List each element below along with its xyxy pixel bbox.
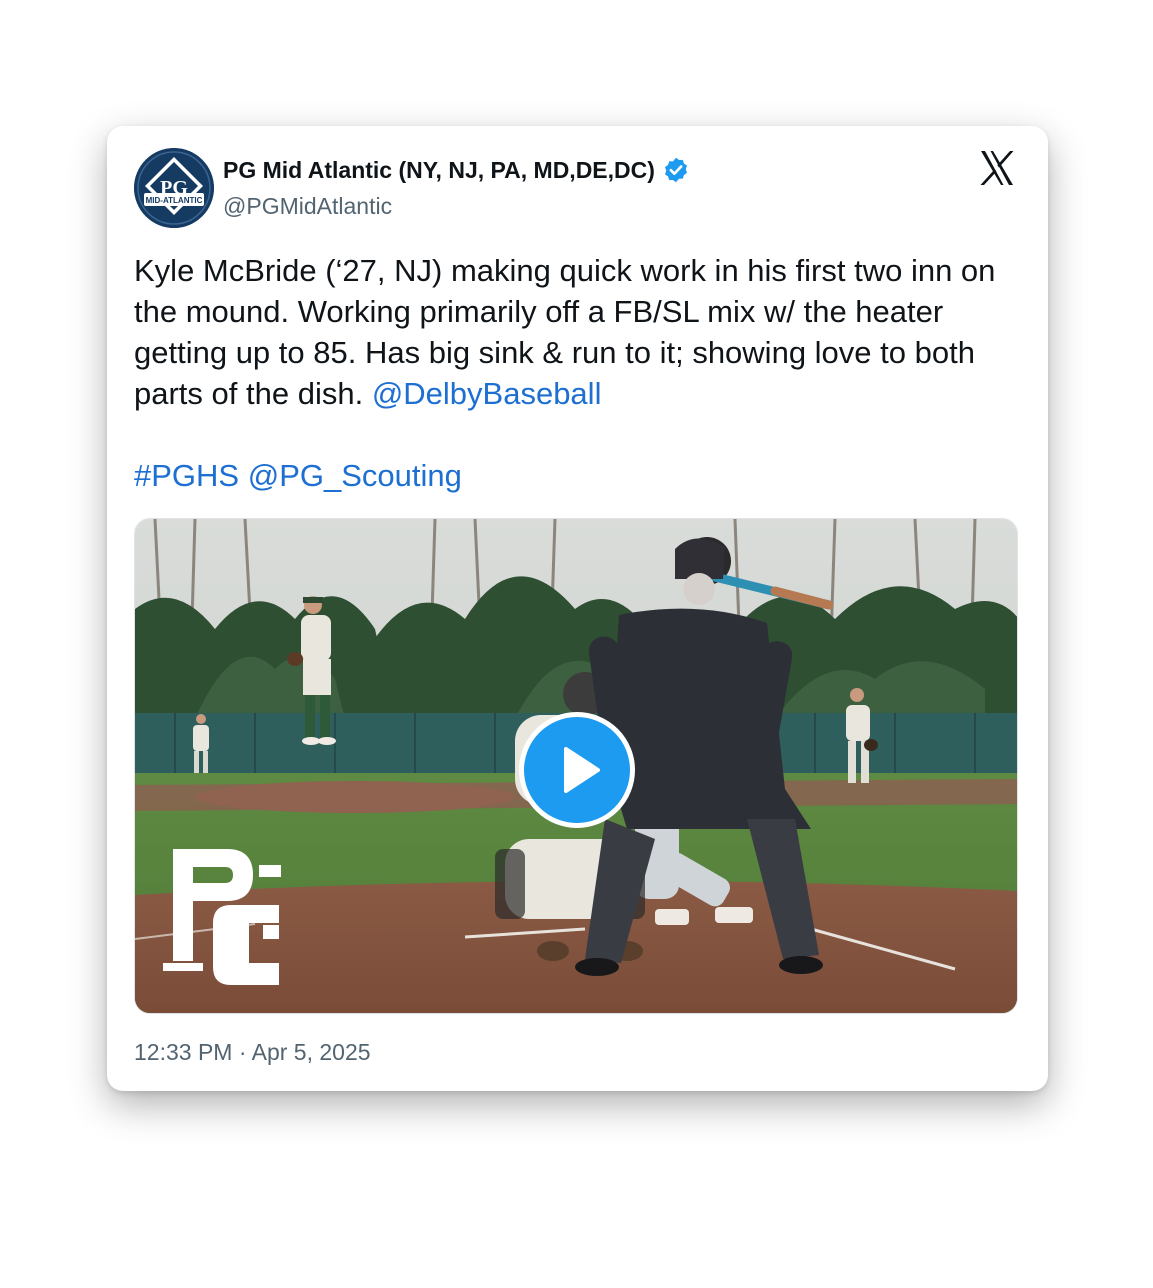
mention-delbybaseball[interactable]: @DelbyBaseball bbox=[372, 376, 602, 411]
tweet-tags: #PGHS @PG_Scouting bbox=[134, 455, 1014, 496]
hashtag-pghs[interactable]: #PGHS bbox=[134, 458, 239, 493]
tweet-text: Kyle McBride (‘27, NJ) making quick work… bbox=[134, 250, 1014, 496]
x-logo-icon[interactable] bbox=[977, 148, 1017, 188]
svg-text:MID-ATLANTIC: MID-ATLANTIC bbox=[146, 196, 203, 205]
avatar[interactable]: PG MID-ATLANTIC bbox=[134, 148, 214, 228]
video-thumbnail[interactable] bbox=[134, 518, 1018, 1014]
play-button[interactable] bbox=[519, 712, 635, 828]
pg-mid-atlantic-logo: PG MID-ATLANTIC bbox=[134, 148, 214, 228]
verified-badge-icon bbox=[664, 157, 687, 183]
mention-pg-scouting[interactable]: @PG_Scouting bbox=[248, 458, 462, 493]
tweet-body: Kyle McBride (‘27, NJ) making quick work… bbox=[134, 250, 1014, 414]
tweet-card: PG MID-ATLANTIC PG Mid Atlantic (NY, NJ,… bbox=[107, 126, 1048, 1091]
display-name[interactable]: PG Mid Atlantic (NY, NJ, PA, MD,DE,DC) bbox=[223, 156, 690, 184]
tweet-timestamp[interactable]: 12:33 PM · Apr 5, 2025 bbox=[134, 1039, 371, 1066]
display-name-text: PG Mid Atlantic (NY, NJ, PA, MD,DE,DC) bbox=[223, 156, 655, 183]
play-icon bbox=[564, 747, 600, 793]
handle[interactable]: @PGMidAtlantic bbox=[223, 193, 392, 220]
